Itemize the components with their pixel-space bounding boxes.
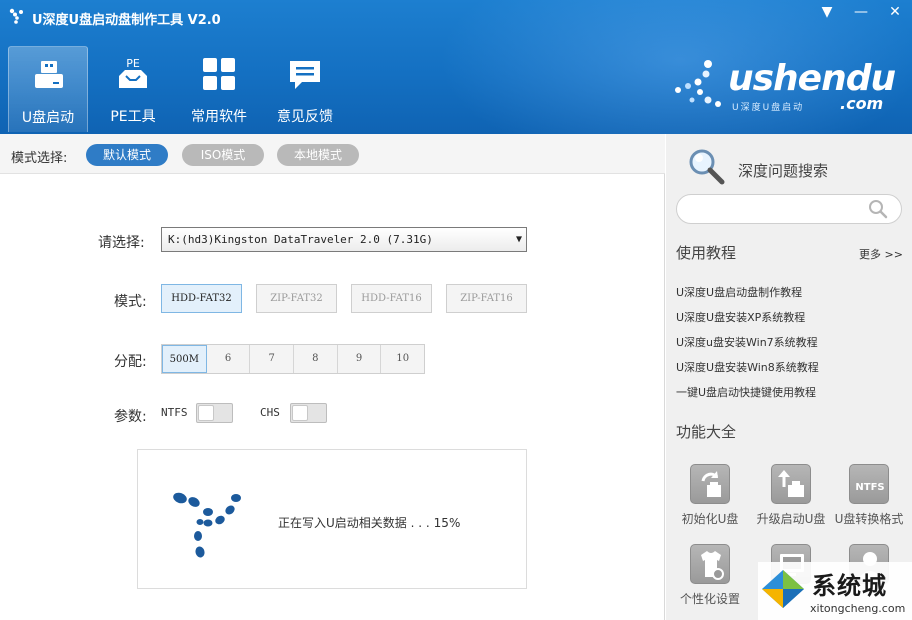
alloc-option-500m[interactable]: 500M	[162, 345, 207, 373]
nav-common-software[interactable]: 常用软件	[179, 46, 259, 132]
alloc-option-6[interactable]: 6	[207, 345, 251, 373]
tutorial-link[interactable]: 一键U盘启动快捷键使用教程	[676, 384, 816, 400]
ntfs-label: NTFS	[161, 406, 188, 419]
nav-pe-tools[interactable]: PE PE工具	[93, 46, 173, 132]
format-hdd-fat32-button[interactable]: HDD-FAT32	[161, 284, 242, 313]
tool-label: 升级启动U盘	[756, 512, 826, 526]
format-hdd-fat16-button[interactable]: HDD-FAT16	[351, 284, 432, 313]
tool-ntfs-convert[interactable]: NTFS U盘转换格式	[829, 464, 909, 527]
nav-feedback[interactable]: 意见反馈	[265, 46, 345, 132]
magnifier-icon	[689, 149, 725, 185]
nav-label: U盘启动	[21, 110, 75, 126]
tutorials-title: 使用教程	[676, 244, 737, 262]
mode-select-label: 模式选择:	[11, 151, 68, 166]
alloc-option-10[interactable]: 10	[381, 345, 424, 373]
mode-default-button[interactable]: 默认模式	[86, 144, 168, 166]
mode-iso-button[interactable]: ISO模式	[182, 144, 264, 166]
progress-message: 正在写入U启动相关数据 . . .	[278, 516, 430, 530]
ntfs-toggle[interactable]	[196, 403, 233, 423]
tool-init-usb[interactable]: 初始化U盘	[670, 464, 750, 527]
nav-label: PE工具	[110, 109, 156, 125]
device-select-value: K:(hd3)Kingston DataTraveler 2.0 (7.31G)	[168, 233, 433, 246]
alloc-segmented-control: 500M 6 7 8 9 10	[161, 344, 425, 374]
menu-dropdown-button[interactable]: ▼	[810, 0, 844, 26]
device-select[interactable]: K:(hd3)Kingston DataTraveler 2.0 (7.31G)…	[161, 227, 527, 252]
apps-grid-icon	[203, 58, 235, 90]
minimize-button[interactable]: —	[844, 0, 878, 26]
mode-local-button[interactable]: 本地模式	[277, 144, 359, 166]
tutorial-link[interactable]: U深度U盘安装XP系统教程	[676, 309, 805, 325]
toggle-knob	[292, 405, 308, 421]
chevron-down-icon: ▼	[515, 234, 522, 245]
header-bar: U深度U盘启动盘制作工具 V2.0 ▼ — ✕ U盘启动 PE PE工具 常用软…	[0, 0, 912, 134]
title-bar[interactable]: U深度U盘启动盘制作工具 V2.0 ▼ — ✕	[0, 0, 912, 32]
watermark-title: 系统城	[812, 572, 887, 600]
format-zip-fat32-button[interactable]: ZIP-FAT32	[256, 284, 337, 313]
tutorial-link[interactable]: U深度u盘安装Win7系统教程	[676, 334, 818, 350]
feedback-bubble-icon	[290, 61, 320, 89]
alloc-option-7[interactable]: 7	[250, 345, 295, 373]
param-label: 参数:	[114, 409, 147, 425]
nav-usb-boot[interactable]: U盘启动	[8, 46, 88, 132]
search-icon[interactable]	[866, 198, 890, 220]
window-title: U深度U盘启动盘制作工具 V2.0	[32, 13, 221, 28]
device-select-label: 请选择:	[98, 235, 145, 251]
ntfs-convert-icon: NTFS	[849, 464, 889, 504]
personalize-icon	[690, 544, 730, 584]
toggle-knob	[198, 405, 214, 421]
brand-domain: .com	[840, 94, 884, 113]
tool-label: 个性化设置	[679, 592, 740, 606]
main-panel: 模式选择: 默认模式 ISO模式 本地模式 请选择: K:(hd3)Kingst…	[0, 134, 665, 620]
chs-label: CHS	[260, 406, 280, 419]
format-zip-fat16-button[interactable]: ZIP-FAT16	[446, 284, 527, 313]
watermark: 系统城 xitongcheng.com	[758, 562, 912, 620]
tool-upgrade-usb[interactable]: 升级启动U盘	[751, 464, 831, 527]
progress-percent: 15%	[433, 516, 461, 530]
side-panel: 深度问题搜索 使用教程 更多 >> U深度U盘启动盘制作教程 U深度U盘安装XP…	[666, 134, 912, 620]
watermark-url: xitongcheng.com	[810, 602, 906, 615]
alloc-option-9[interactable]: 9	[338, 345, 382, 373]
init-usb-icon	[690, 464, 730, 504]
more-tutorials-link[interactable]: 更多 >>	[859, 246, 903, 262]
pe-tools-icon: PE	[119, 57, 147, 88]
tool-label: U盘转换格式	[834, 512, 904, 526]
search-title: 深度问题搜索	[738, 162, 829, 180]
tool-label: 初始化U盘	[681, 512, 739, 526]
upgrade-usb-icon	[771, 464, 811, 504]
alloc-label: 分配:	[114, 354, 147, 370]
tutorial-link[interactable]: U深度U盘安装Win8系统教程	[676, 359, 819, 375]
loading-dots-icon	[173, 492, 241, 558]
watermark-logo-icon	[762, 570, 804, 608]
mode-bar: 模式选择: 默认模式 ISO模式 本地模式	[0, 134, 665, 174]
format-label: 模式:	[114, 294, 147, 310]
progress-status: 正在写入U启动相关数据 . . . 15%	[278, 514, 460, 531]
ntfs-badge-text: NTFS	[855, 482, 884, 493]
close-button[interactable]: ✕	[878, 0, 912, 26]
nav-label: 意见反馈	[277, 109, 333, 125]
pe-badge-text: PE	[126, 57, 140, 70]
progress-panel: 正在写入U启动相关数据 . . . 15%	[137, 449, 527, 589]
alloc-option-8[interactable]: 8	[294, 345, 338, 373]
nav-label: 常用软件	[191, 109, 247, 125]
tutorial-link[interactable]: U深度U盘启动盘制作教程	[676, 284, 802, 300]
features-title: 功能大全	[676, 423, 737, 441]
brand-logo: ushendu .com U深度U盘启动	[668, 50, 898, 120]
tool-personalize[interactable]: 个性化设置	[670, 544, 750, 607]
brand-name: ushendu	[728, 58, 896, 99]
chs-toggle[interactable]	[290, 403, 327, 423]
brand-subtitle: U深度U盘启动	[732, 103, 805, 113]
usb-drive-icon	[35, 61, 63, 88]
app-logo-icon	[9, 8, 23, 24]
brand-dots-icon	[675, 60, 721, 107]
